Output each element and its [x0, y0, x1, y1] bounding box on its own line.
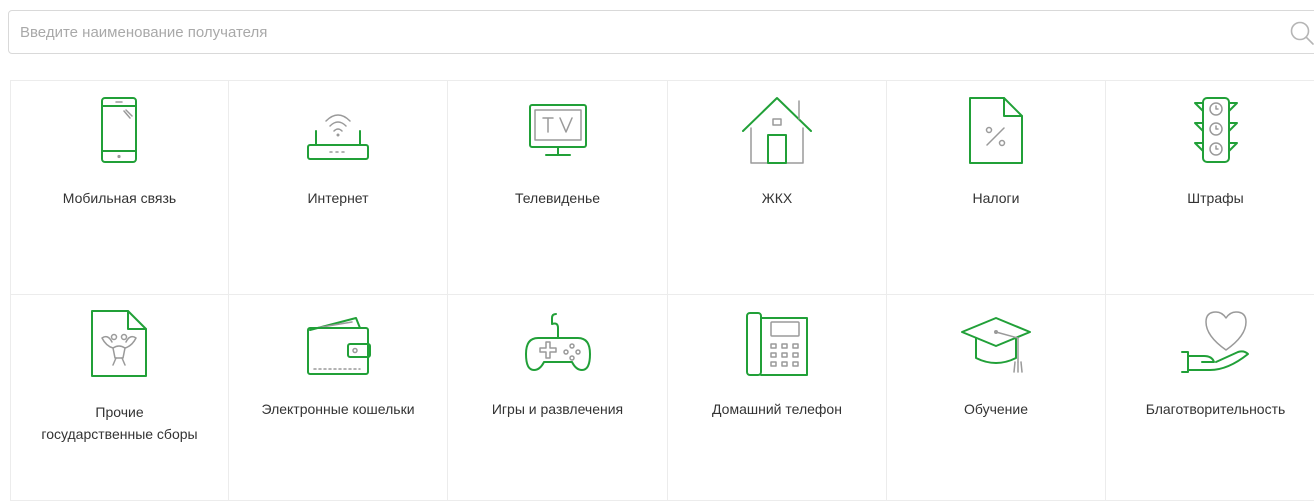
- category-label: Телевиденье: [514, 190, 601, 206]
- category-label-line1: Прочие: [95, 404, 144, 420]
- wifi-router-icon: [298, 95, 378, 167]
- category-housing[interactable]: ЖКХ: [668, 81, 887, 295]
- category-tv[interactable]: Телевиденье: [448, 81, 668, 295]
- category-label: Электронные кошельки: [261, 401, 415, 417]
- category-charity[interactable]: Благотворительность: [1106, 295, 1314, 501]
- category-label: Прочие государственные сборы: [11, 401, 228, 445]
- search-input[interactable]: [9, 11, 1269, 53]
- heart-hand-icon: [1176, 308, 1256, 380]
- search-icon[interactable]: [1289, 20, 1314, 46]
- category-label: Интернет: [307, 190, 369, 206]
- wallet-icon: [298, 308, 378, 380]
- mobile-phone-icon: [80, 95, 160, 167]
- category-label: Игры и развлечения: [491, 401, 624, 417]
- tax-document-icon: [956, 95, 1036, 167]
- category-label: Благотворительность: [1145, 401, 1286, 417]
- category-label: Штрафы: [1187, 190, 1244, 206]
- search-box[interactable]: [8, 10, 1314, 54]
- graduation-cap-icon: [956, 308, 1036, 380]
- category-e-wallets[interactable]: Электронные кошельки: [229, 295, 448, 501]
- desk-phone-icon: [737, 308, 817, 380]
- emblem-document-icon: [80, 308, 160, 380]
- category-mobile[interactable]: Мобильная связь: [11, 81, 229, 295]
- category-internet[interactable]: Интернет: [229, 81, 448, 295]
- tv-icon: [518, 95, 598, 167]
- category-label-line2: государственные сборы: [41, 426, 198, 442]
- category-other-state-fees[interactable]: Прочие государственные сборы: [11, 295, 229, 501]
- category-grid: Мобильная связь Интернет Телевиденье ЖКХ…: [10, 80, 1314, 501]
- category-label: Налоги: [972, 190, 1020, 206]
- traffic-light-icon: [1176, 95, 1256, 167]
- category-education[interactable]: Обучение: [887, 295, 1106, 501]
- house-icon: [737, 95, 817, 167]
- category-taxes[interactable]: Налоги: [887, 81, 1106, 295]
- category-label: Домашний телефон: [712, 401, 842, 417]
- category-label: ЖКХ: [761, 190, 793, 206]
- category-label: Обучение: [963, 401, 1029, 417]
- gamepad-icon: [518, 308, 598, 380]
- category-games[interactable]: Игры и развлечения: [448, 295, 668, 501]
- category-fines[interactable]: Штрафы: [1106, 81, 1314, 295]
- category-label: Мобильная связь: [62, 190, 177, 206]
- category-home-phone[interactable]: Домашний телефон: [668, 295, 887, 501]
